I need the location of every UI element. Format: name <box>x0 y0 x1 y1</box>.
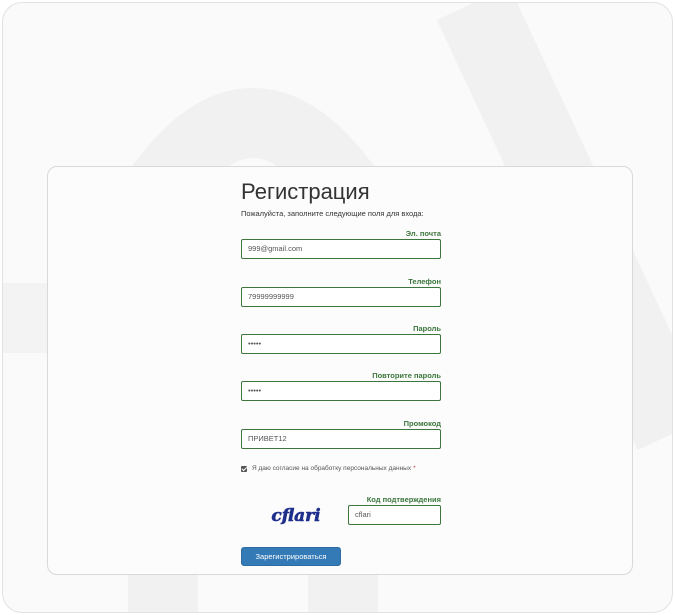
register-button[interactable]: Зарегистрироваться <box>241 547 341 566</box>
page-frame: Регистрация Пожалуйста, заполните следую… <box>2 2 673 613</box>
required-mark: * <box>413 465 416 472</box>
consent-checkbox[interactable] <box>241 465 247 472</box>
registration-card: Регистрация Пожалуйста, заполните следую… <box>47 166 633 575</box>
captcha-image[interactable]: cflari <box>271 503 321 527</box>
email-field[interactable]: 999@gmail.com <box>241 239 441 259</box>
promo-code-field[interactable]: ПРИВЕТ12 <box>241 429 441 449</box>
consent-label: Я даю согласие на обработку персональных… <box>252 465 412 472</box>
consent-row: Я даю согласие на обработку персональных… <box>241 465 416 472</box>
captcha-text: cflari <box>271 506 320 526</box>
repeat-password-field[interactable]: ••••• <box>241 381 441 401</box>
email-label: Эл. почта <box>405 229 441 238</box>
captcha-label: Код подтверждения <box>366 495 441 504</box>
promo-code-label: Промокод <box>403 419 441 428</box>
password-label: Пароль <box>413 324 441 333</box>
captcha-field[interactable]: cflari <box>348 505 441 525</box>
page-title: Регистрация <box>241 179 370 204</box>
phone-label: Телефон <box>408 277 441 286</box>
phone-field[interactable]: 79999999999 <box>241 287 441 307</box>
password-field[interactable]: ••••• <box>241 334 441 354</box>
repeat-password-label: Повторите пароль <box>372 371 441 380</box>
form-instructions: Пожалуйста, заполните следующие поля для… <box>241 209 424 218</box>
